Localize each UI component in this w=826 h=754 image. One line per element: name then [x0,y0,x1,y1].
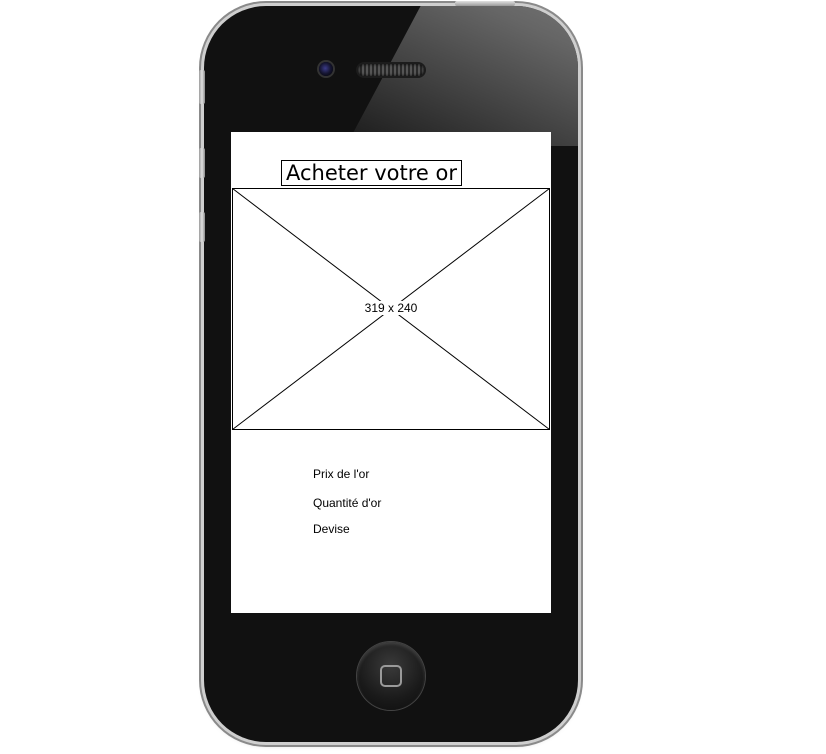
mute-switch [199,70,205,104]
home-square-icon [380,665,402,687]
page-title: Acheter votre or [281,160,462,186]
currency-label: Devise [313,522,350,536]
phone-frame: Acheter votre or 319 x 240 Prix de l'or … [204,6,578,742]
mockup-stage: Acheter votre or 319 x 240 Prix de l'or … [0,0,826,754]
price-label: Prix de l'or [313,467,370,481]
screen-glare [346,6,578,146]
quantity-label: Quantité d'or [313,496,382,510]
speaker-grille-icon [358,64,424,76]
placeholder-dimensions: 319 x 240 [363,301,419,315]
placeholder-dimensions-wrap: 319 x 240 [232,301,550,315]
front-camera-icon [319,62,333,76]
home-button-icon[interactable] [357,642,425,710]
volume-up-button [199,148,205,178]
volume-down-button [199,212,205,242]
app-screen: Acheter votre or 319 x 240 Prix de l'or … [231,132,551,613]
image-placeholder: 319 x 240 [232,188,550,430]
power-button [455,1,515,6]
